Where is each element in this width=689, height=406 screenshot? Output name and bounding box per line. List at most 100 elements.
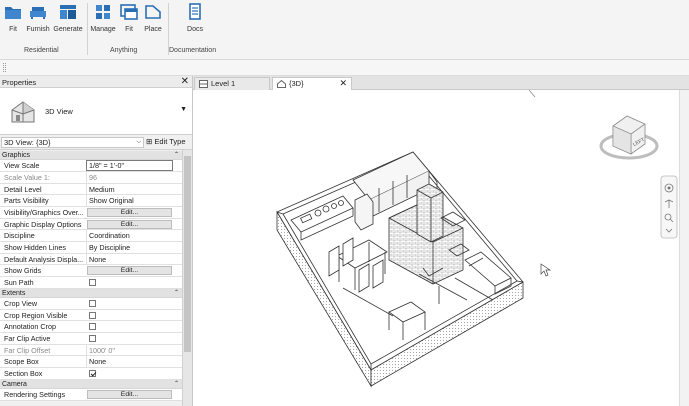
prop-name: Rendering Settings <box>4 389 66 399</box>
prop-row-hidden-lines: Show Hidden Lines By Discipline <box>0 242 182 254</box>
section-label: Extents <box>2 289 26 297</box>
options-bar <box>0 60 689 76</box>
fit-windows-label: Fit <box>125 26 133 33</box>
prop-row-discipline: Discipline Coordination <box>0 230 182 242</box>
prop-row-scale-value: Scale Value 1: 96 <box>0 171 182 184</box>
parts-visibility-value[interactable]: Show Original <box>86 195 182 207</box>
analysis-display-value[interactable]: None <box>86 253 182 265</box>
prop-row-graphic-display: Graphic Display Options Edit... <box>0 218 182 231</box>
rendering-settings-edit-button[interactable]: Edit... <box>87 389 172 399</box>
prop-name: Show Grids <box>4 266 42 276</box>
prop-name: Parts Visibility <box>4 196 49 206</box>
view-scale-input[interactable]: 1/8" = 1'-0" <box>86 160 173 172</box>
scroll-thumb[interactable] <box>184 156 191 352</box>
document-icon <box>189 3 201 20</box>
prop-name: Default Analysis Displa... <box>4 254 84 264</box>
type-selector[interactable]: 3D View ▼ <box>0 88 192 135</box>
prop-name: Discipline <box>4 231 35 241</box>
fit-button[interactable]: Fit <box>3 2 23 33</box>
hidden-lines-value[interactable]: By Discipline <box>86 242 182 253</box>
edit-type-icon: ⊞ <box>146 137 153 146</box>
scope-box-value[interactable]: None <box>86 356 182 368</box>
prop-row-view-scale: View Scale 1/8" = 1'-0" <box>0 160 182 172</box>
prop-name: Scope Box <box>4 357 39 367</box>
properties-grid: Graphics ⌃ View Scale 1/8" = 1'-0" Scale … <box>0 151 182 401</box>
prop-row-scope-box: Scope Box None <box>0 356 182 369</box>
prop-row-crop-view: Crop View <box>0 297 182 310</box>
furnish-label: Furnish <box>26 26 50 33</box>
house-model <box>276 151 524 388</box>
prop-row-section-box: Section Box <box>0 368 182 380</box>
manage-label: Manage <box>90 26 116 33</box>
close-icon[interactable]: ✕ <box>181 76 189 87</box>
group-anything: Anything <box>110 47 138 54</box>
chevron-down-icon: ⌵ <box>136 139 141 145</box>
furnish-button[interactable]: Furnish <box>25 2 51 33</box>
detail-level-value[interactable]: Medium <box>86 183 182 195</box>
grip-icon[interactable] <box>3 63 6 72</box>
section-camera[interactable]: Camera ⌃ <box>0 379 182 389</box>
group-documentation: Documentation <box>169 47 217 54</box>
prop-name: Section Box <box>4 369 43 379</box>
place-button[interactable]: Place <box>142 2 164 33</box>
viewcube[interactable]: LEFT <box>599 115 659 160</box>
vg-overrides-edit-button[interactable]: Edit... <box>87 207 172 217</box>
prop-row-detail-level: Detail Level Medium <box>0 183 182 196</box>
tab-3d[interactable]: {3D} ✕ <box>272 77 352 90</box>
prop-row-parts-visibility: Parts Visibility Show Original <box>0 195 182 207</box>
discipline-value[interactable]: Coordination <box>86 230 182 242</box>
generate-button[interactable]: Generate <box>53 2 83 33</box>
layout-generate-icon <box>60 5 76 19</box>
manage-button[interactable]: Manage <box>89 2 117 33</box>
section-extents[interactable]: Extents ⌃ <box>0 288 182 298</box>
viewport-scrollbar[interactable] <box>679 90 689 406</box>
tag-place-icon <box>145 5 161 19</box>
edit-type-label: Edit Type <box>154 137 186 146</box>
prop-row-vg-overrides: Visibility/Graphics Over... Edit... <box>0 206 182 219</box>
crop-view-checkbox[interactable] <box>89 299 96 307</box>
collapse-icon: ⌃ <box>173 152 179 158</box>
sofa-icon <box>30 7 46 19</box>
type-name: 3D View <box>45 107 73 116</box>
prop-row-annotation-crop: Annotation Crop <box>0 321 182 333</box>
navigation-bar[interactable] <box>660 175 678 239</box>
prop-name: Far Clip Offset <box>4 345 51 355</box>
prop-name: Crop Region Visible <box>4 310 68 320</box>
generate-label: Generate <box>53 26 83 33</box>
prop-row-crop-region-visible: Crop Region Visible <box>0 309 182 322</box>
prop-value: 1000' 0" <box>86 344 182 356</box>
prop-row-sun-path: Sun Path <box>0 277 182 289</box>
tab-level-1[interactable]: Level 1 <box>194 77 270 90</box>
view-instance-select[interactable]: 3D View: {3D} ⌵ <box>1 137 144 148</box>
prop-name: Graphic Display Options <box>4 219 82 229</box>
view-tabs: Level 1 {3D} ✕ <box>193 76 689 90</box>
docs-button[interactable]: Docs <box>184 2 206 33</box>
nested-windows-icon <box>120 4 138 20</box>
graphic-display-edit-button[interactable]: Edit... <box>87 219 172 229</box>
annotation-crop-checkbox[interactable] <box>89 323 96 331</box>
revit-window: Fit Furnish Generate Manage Fit Place Do… <box>0 0 689 406</box>
3d-viewport[interactable]: LEFT <box>193 90 689 406</box>
cursor-icon <box>540 263 552 277</box>
prop-name: Sun Path <box>4 278 34 288</box>
show-grids-edit-button[interactable]: Edit... <box>87 266 172 276</box>
far-clip-active-checkbox[interactable] <box>89 335 96 342</box>
fit-windows-button[interactable]: Fit <box>119 2 139 33</box>
crop-region-visible-checkbox[interactable] <box>89 311 96 319</box>
dropdown-arrow-icon[interactable]: ▼ <box>180 106 187 113</box>
sun-path-checkbox[interactable] <box>89 279 96 287</box>
house-3d-icon <box>277 80 286 88</box>
tab-label: {3D} <box>289 79 304 88</box>
prop-row-far-clip-offset: Far Clip Offset 1000' 0" <box>0 344 182 357</box>
section-graphics[interactable]: Graphics ⌃ <box>0 151 182 161</box>
section-box-checkbox[interactable] <box>89 370 96 378</box>
group-residential: Residential <box>24 47 59 54</box>
properties-scrollbar[interactable] <box>182 150 192 406</box>
ribbon: Fit Furnish Generate Manage Fit Place Do… <box>0 0 689 60</box>
edit-type-button[interactable]: ⊞ Edit Type <box>146 137 186 146</box>
prop-row-rendering-settings: Rendering Settings Edit... <box>0 388 182 401</box>
floor-plan-icon <box>199 80 208 88</box>
docs-label: Docs <box>187 26 203 33</box>
tab-label: Level 1 <box>211 79 236 88</box>
close-icon[interactable]: ✕ <box>339 77 347 89</box>
